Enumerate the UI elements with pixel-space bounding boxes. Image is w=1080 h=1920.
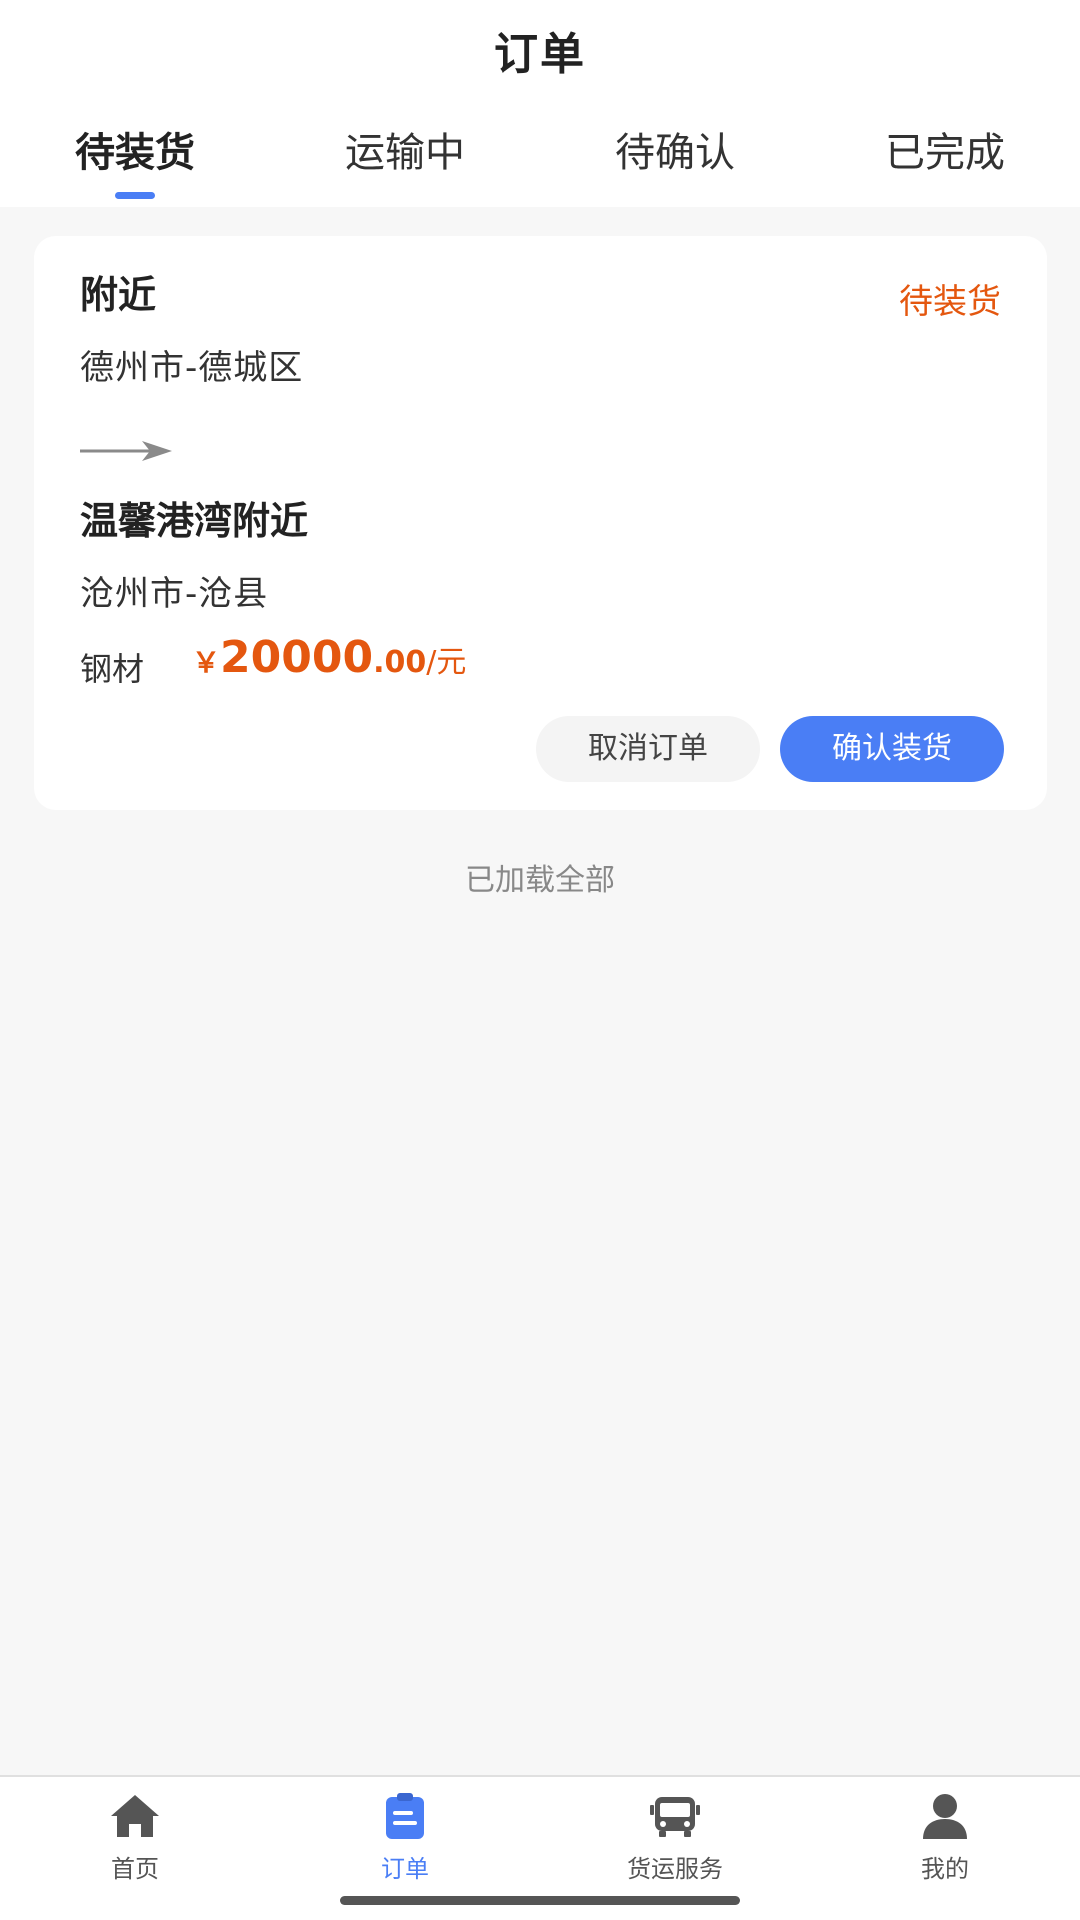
nav-freight-service[interactable]: 货运服务: [540, 1791, 810, 1891]
tab-bar: 待装货 运输中 待确认 已完成: [0, 120, 1080, 207]
origin-place: 附近: [80, 273, 157, 317]
order-icon: [386, 1793, 424, 1839]
app-root: 订单 待装货 运输中 待确认 已完成 附近 待装货 德州市-德城区 温馨港湾附近…: [0, 0, 1080, 1920]
goods-type: 钢材: [80, 650, 145, 688]
page-title: 订单: [494, 29, 586, 80]
price-integer: 20000: [220, 632, 374, 683]
tab-pending-confirm[interactable]: 待确认: [540, 120, 810, 178]
list-end-text: 已加载全部: [465, 863, 615, 898]
nav-home-label: 首页: [111, 1855, 159, 1883]
route-arrow-icon: [80, 441, 172, 461]
user-icon: [923, 1794, 967, 1839]
nav-mine[interactable]: 我的: [810, 1791, 1080, 1891]
tab-completed[interactable]: 已完成: [810, 120, 1080, 178]
cancel-order-button[interactable]: 取消订单: [536, 716, 760, 782]
freight-price: ￥20000.00/元: [192, 632, 466, 683]
home-icon: [111, 1795, 159, 1837]
active-tab-indicator: [115, 192, 155, 199]
destination-place: 温馨港湾附近: [80, 499, 309, 543]
tab-pending-load[interactable]: 待装货: [0, 120, 270, 178]
nav-orders-label: 订单: [381, 1855, 429, 1883]
order-card[interactable]: 附近 待装货 德州市-德城区 温馨港湾附近 沧州市-沧县 钢材 ￥20000.0…: [34, 236, 1047, 810]
nav-freight-service-label: 货运服务: [627, 1855, 723, 1883]
nav-home[interactable]: 首页: [0, 1791, 270, 1891]
nav-mine-label: 我的: [921, 1855, 969, 1883]
destination-city: 沧州市-沧县: [80, 574, 269, 614]
home-indicator: [340, 1896, 740, 1905]
nav-orders[interactable]: 订单: [270, 1791, 540, 1891]
truck-icon: [650, 1797, 700, 1837]
price-unit: /元: [426, 645, 467, 680]
confirm-loading-button[interactable]: 确认装货: [780, 716, 1004, 782]
status-badge: 待装货: [899, 282, 1001, 322]
origin-city: 德州市-德城区: [80, 348, 304, 388]
price-decimal: .00: [373, 645, 427, 680]
tab-in-transit[interactable]: 运输中: [270, 120, 540, 178]
price-currency: ￥: [192, 646, 221, 679]
header: 订单 待装货 运输中 待确认 已完成: [0, 0, 1080, 207]
